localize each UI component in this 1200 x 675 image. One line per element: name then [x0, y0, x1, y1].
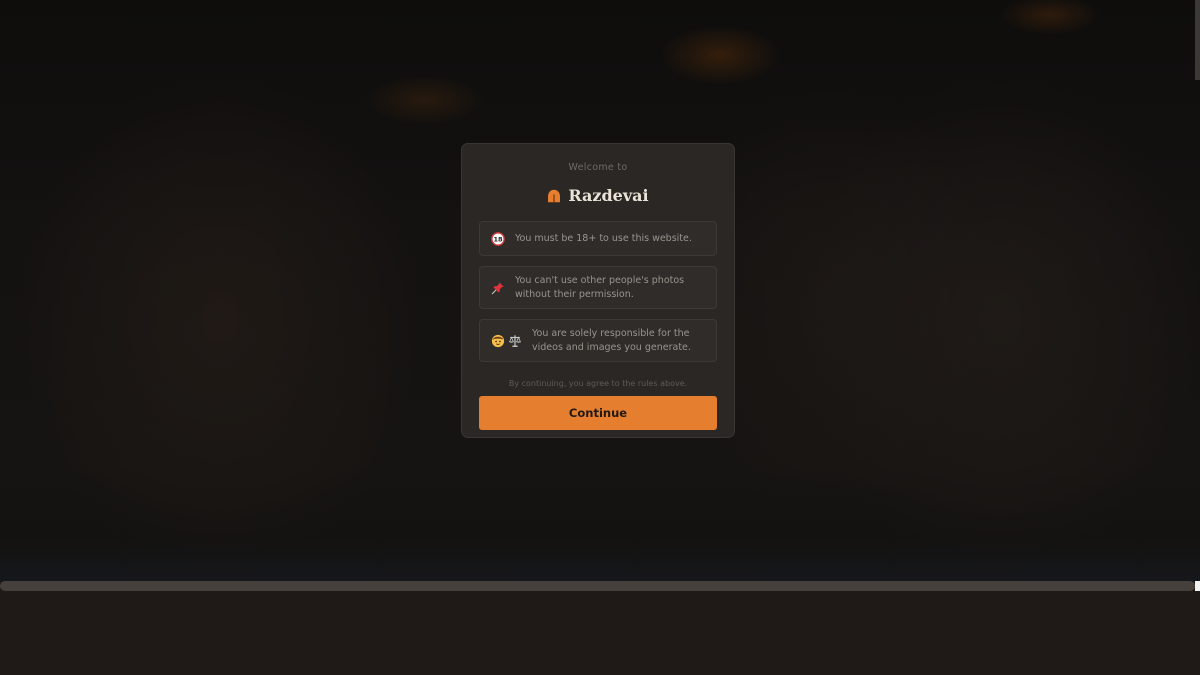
rule-text: You must be 18+ to use this website. [515, 232, 692, 244]
brand: Razdevai [479, 184, 717, 206]
rule-photos: You can't use other people's photos with… [479, 266, 717, 309]
scales-icon [508, 334, 522, 347]
brand-logo-icon [548, 189, 561, 203]
rule-responsibility: You are solely responsible for the video… [479, 319, 717, 362]
horizontal-scrollbar[interactable] [0, 581, 1195, 591]
background-gradient [0, 540, 1200, 582]
person-icon [491, 334, 505, 347]
page: Welcome to Razdevai 18 You must be 18+ t… [0, 0, 1200, 675]
agreement-text: By continuing, you agree to the rules ab… [508, 379, 688, 388]
rule-age: 18 You must be 18+ to use this website. [479, 221, 717, 256]
scrollbar-corner [1195, 581, 1200, 591]
18-plus-icon: 18 [491, 231, 505, 246]
bottom-area [0, 591, 1200, 675]
rule-text: You can't use other people's photos with… [515, 274, 685, 300]
vertical-scrollbar[interactable] [1195, 0, 1200, 80]
continue-button[interactable]: Continue [479, 396, 717, 430]
brand-name: Razdevai [568, 185, 649, 205]
welcome-text: Welcome to [568, 162, 628, 173]
rule-text: You are solely responsible for the video… [532, 327, 691, 353]
pin-icon [491, 281, 504, 294]
svg-text:18: 18 [493, 235, 503, 243]
age-verification-modal: Welcome to Razdevai 18 You must be 18+ t… [461, 143, 735, 438]
